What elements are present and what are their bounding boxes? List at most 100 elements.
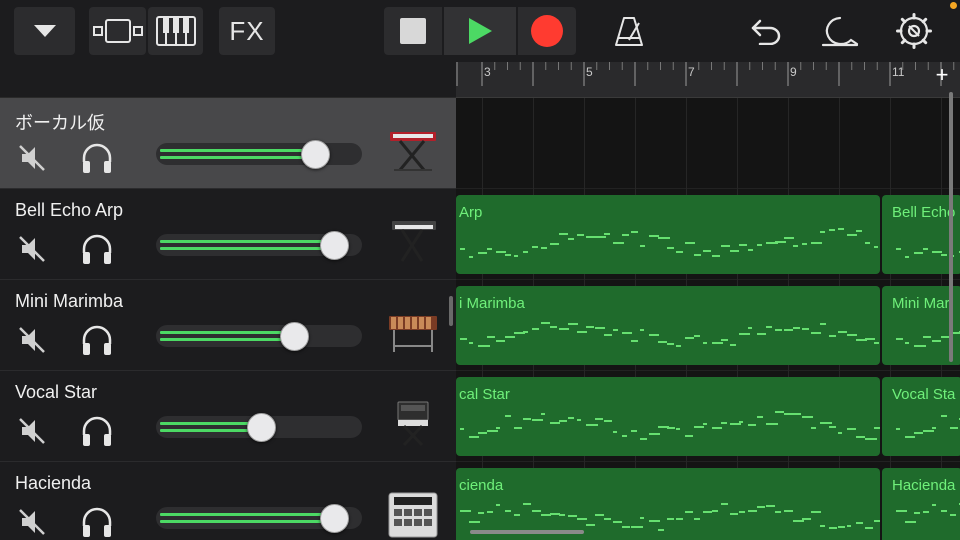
timeline-ruler[interactable]: 3 5 7 9 11 bbox=[456, 62, 960, 98]
horizontal-scrollbar[interactable] bbox=[470, 530, 584, 534]
midi-note bbox=[595, 514, 604, 516]
midi-note bbox=[923, 511, 929, 513]
midi-note bbox=[775, 241, 786, 243]
dropdown-button[interactable] bbox=[14, 7, 75, 55]
midi-note bbox=[847, 428, 856, 430]
midi-note bbox=[667, 343, 674, 345]
midi-note bbox=[559, 328, 569, 330]
track-header[interactable]: ボーカル仮 bbox=[0, 98, 456, 189]
track-header[interactable]: Vocal Star bbox=[0, 371, 456, 462]
vocal-synth-icon[interactable] bbox=[386, 399, 440, 449]
mute-icon[interactable] bbox=[16, 415, 48, 447]
midi-note bbox=[604, 518, 611, 520]
midi-note bbox=[550, 243, 559, 245]
add-section-button[interactable]: + bbox=[932, 62, 952, 90]
fx-button[interactable]: FX bbox=[219, 7, 275, 55]
track-header[interactable]: Bell Echo Arp bbox=[0, 189, 456, 280]
midi-note bbox=[802, 518, 811, 520]
midi-region[interactable]: Hacienda bbox=[882, 468, 960, 540]
midi-note bbox=[559, 514, 565, 516]
play-button[interactable] bbox=[444, 7, 516, 55]
volume-slider[interactable] bbox=[156, 325, 362, 347]
track-lane[interactable]: cienda Hacienda bbox=[456, 462, 960, 540]
midi-note bbox=[541, 322, 550, 324]
headphones-icon[interactable] bbox=[80, 142, 114, 174]
metronome-button[interactable] bbox=[606, 7, 652, 55]
midi-note bbox=[613, 521, 622, 523]
track-lane[interactable]: cal Star Vocal Sta bbox=[456, 371, 960, 462]
track-lane[interactable]: i Marimba Mini Mar bbox=[456, 280, 960, 371]
track-name[interactable]: Bell Echo Arp bbox=[15, 200, 123, 221]
undo-button[interactable] bbox=[746, 7, 786, 55]
track-name[interactable]: ボーカル仮 bbox=[15, 109, 105, 135]
volume-slider-knob[interactable] bbox=[280, 322, 309, 351]
midi-note bbox=[577, 234, 584, 236]
stop-button[interactable] bbox=[384, 7, 442, 55]
midi-note bbox=[469, 521, 480, 523]
drum-machine-icon[interactable] bbox=[386, 490, 440, 540]
midi-note bbox=[811, 511, 821, 513]
track-name[interactable]: Mini Marimba bbox=[15, 291, 123, 312]
track-lane[interactable] bbox=[456, 98, 960, 189]
volume-slider-knob[interactable] bbox=[320, 504, 349, 533]
midi-note bbox=[721, 245, 730, 247]
track-name[interactable]: Vocal Star bbox=[15, 382, 97, 403]
ruler-ticks bbox=[456, 62, 955, 86]
midi-note bbox=[685, 242, 695, 244]
volume-slider-knob[interactable] bbox=[301, 140, 330, 169]
midi-note bbox=[829, 527, 837, 529]
headphones-icon[interactable] bbox=[80, 324, 114, 356]
loop-button[interactable] bbox=[818, 7, 862, 55]
ruler-bar-number: 3 bbox=[484, 65, 491, 79]
track-header[interactable]: Hacienda bbox=[0, 462, 456, 540]
midi-region[interactable]: Vocal Sta bbox=[882, 377, 960, 456]
midi-note bbox=[712, 255, 720, 257]
track-lanes[interactable]: Arp Bell Echo i Marimba Mini Mar cal Star Voc… bbox=[456, 98, 960, 540]
headphones-icon[interactable] bbox=[80, 233, 114, 265]
midi-note bbox=[766, 423, 778, 425]
midi-note bbox=[568, 238, 574, 240]
undo-icon bbox=[751, 19, 781, 45]
midi-note bbox=[532, 246, 538, 248]
marimba-icon[interactable] bbox=[386, 308, 440, 358]
grid-line bbox=[839, 98, 840, 189]
mute-icon[interactable] bbox=[16, 324, 48, 356]
volume-slider-knob[interactable] bbox=[320, 231, 349, 260]
vertical-scrollbar[interactable] bbox=[949, 92, 953, 362]
headphones-icon[interactable] bbox=[80, 415, 114, 447]
midi-note bbox=[829, 335, 836, 337]
track-name[interactable]: Hacienda bbox=[15, 473, 91, 494]
keyboard-stand-icon[interactable] bbox=[386, 126, 440, 176]
midi-note bbox=[613, 431, 617, 433]
midi-region[interactable]: Arp bbox=[456, 195, 880, 274]
volume-level-left bbox=[160, 331, 291, 334]
volume-slider-knob[interactable] bbox=[247, 413, 276, 442]
settings-button[interactable] bbox=[894, 7, 934, 55]
ruler-bar-number: 9 bbox=[790, 65, 797, 79]
track-lane[interactable]: Arp Bell Echo bbox=[456, 189, 960, 280]
midi-note bbox=[523, 251, 528, 253]
synth-stand-icon[interactable] bbox=[386, 217, 440, 267]
midi-note bbox=[523, 503, 531, 505]
mute-icon[interactable] bbox=[16, 142, 48, 174]
tracks-view-button[interactable] bbox=[89, 7, 146, 55]
midi-note bbox=[694, 335, 700, 337]
track-header[interactable]: Mini Marimba bbox=[0, 280, 456, 371]
midi-note bbox=[514, 427, 522, 429]
midi-note bbox=[914, 432, 923, 434]
volume-level-right bbox=[160, 156, 312, 159]
mute-icon[interactable] bbox=[16, 506, 48, 538]
midi-note bbox=[541, 413, 545, 415]
mute-icon[interactable] bbox=[16, 233, 48, 265]
midi-region[interactable]: cal Star bbox=[456, 377, 880, 456]
keyboard-button[interactable] bbox=[148, 7, 203, 55]
midi-region[interactable]: i Marimba bbox=[456, 286, 880, 365]
volume-slider[interactable] bbox=[156, 143, 362, 165]
track-header-resize-handle[interactable] bbox=[449, 296, 453, 326]
record-button[interactable] bbox=[518, 7, 576, 55]
headphones-icon[interactable] bbox=[80, 506, 114, 538]
midi-note bbox=[532, 328, 539, 330]
midi-note bbox=[694, 254, 701, 256]
notification-dot bbox=[950, 2, 957, 9]
midi-note bbox=[523, 418, 531, 420]
